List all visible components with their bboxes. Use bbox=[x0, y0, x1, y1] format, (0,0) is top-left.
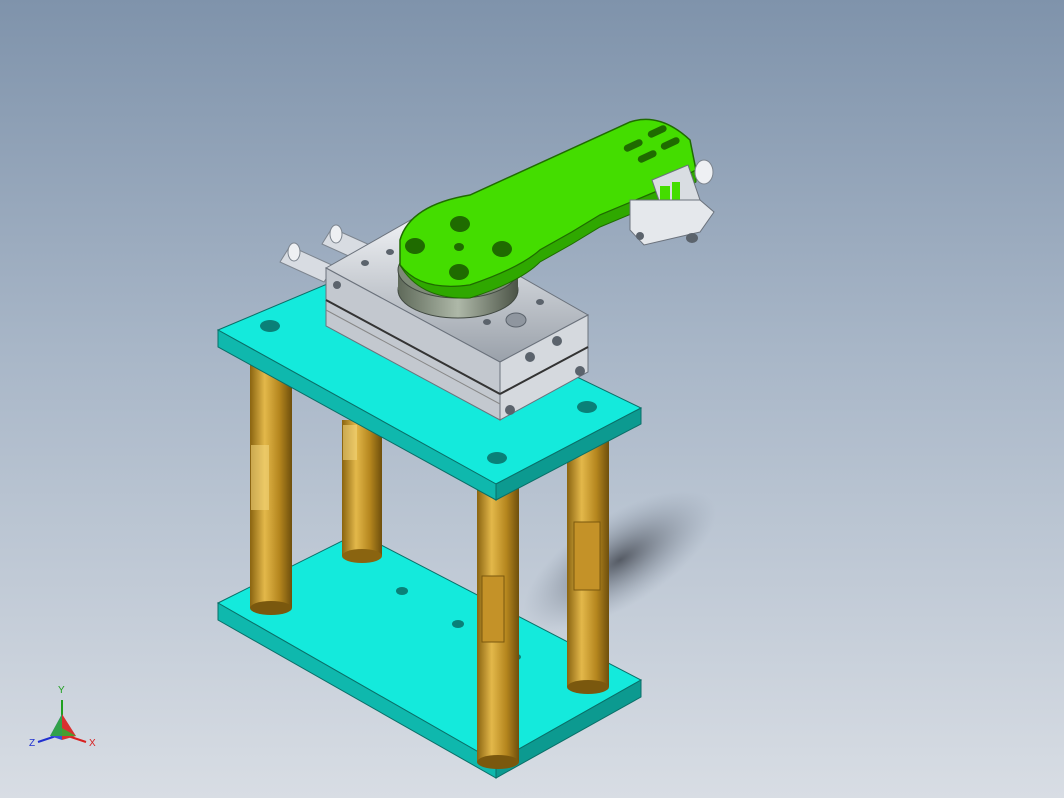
view-orientation-triad[interactable]: Y X Z bbox=[22, 684, 108, 756]
mounting-hole bbox=[260, 320, 280, 332]
graphics-viewport[interactable]: Y X Z bbox=[0, 0, 1064, 798]
support-pillar-back-left[interactable] bbox=[342, 420, 382, 563]
bolt-head bbox=[575, 366, 585, 376]
bolt-head bbox=[525, 352, 535, 362]
bolt-head bbox=[505, 405, 515, 415]
triad-pyramid bbox=[62, 714, 76, 740]
bolt-head bbox=[552, 336, 562, 346]
mounting-hole bbox=[396, 587, 408, 595]
z-axis-label: Z bbox=[29, 738, 36, 749]
arm-hole bbox=[492, 241, 512, 257]
cad-model-view[interactable] bbox=[0, 0, 1064, 798]
port-hole bbox=[505, 312, 527, 328]
y-axis-label: Y bbox=[58, 685, 65, 696]
port-hole bbox=[386, 249, 394, 255]
support-pillar-back-right[interactable] bbox=[567, 435, 609, 694]
port-hole bbox=[361, 260, 369, 266]
arm-hole bbox=[405, 238, 425, 254]
support-pillar-front-left[interactable] bbox=[250, 360, 292, 615]
mounting-hole bbox=[487, 452, 507, 464]
arm-hole bbox=[449, 264, 469, 280]
arm-hole bbox=[454, 243, 464, 251]
bolt-head bbox=[333, 281, 341, 289]
port-hole bbox=[536, 299, 544, 305]
arm-hole bbox=[450, 216, 470, 232]
port-hole bbox=[483, 319, 491, 325]
support-pillar-front-right[interactable] bbox=[477, 480, 519, 769]
mounting-hole bbox=[452, 620, 464, 628]
x-axis-label: X bbox=[89, 738, 96, 749]
mounting-hole bbox=[577, 401, 597, 413]
